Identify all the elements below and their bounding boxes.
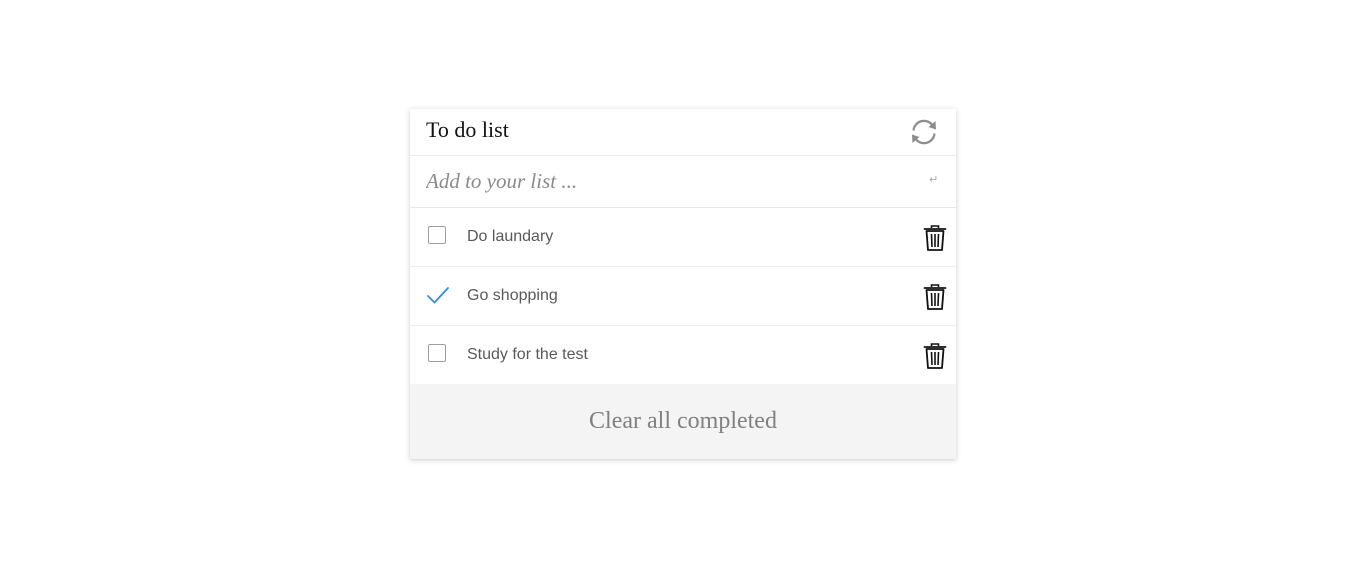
todo-checkbox-unchecked[interactable] <box>428 226 446 244</box>
enter-icon[interactable]: ↵ <box>929 173 938 186</box>
add-item-row: ↵ <box>410 156 956 208</box>
todo-label: Study for the test <box>467 346 588 363</box>
todo-checkbox-checked[interactable] <box>426 284 452 308</box>
todo-header: To do list <box>410 109 956 156</box>
todo-label: Go shopping <box>467 287 558 304</box>
todo-card: To do list ↵ Do laundary <box>410 109 956 459</box>
list-item: Study for the test <box>410 326 956 384</box>
todo-list: Do laundary Go shopping Study for the te… <box>410 208 956 384</box>
list-item: Go shopping <box>410 267 956 326</box>
footer-bar: Clear all completed <box>410 384 956 459</box>
trash-icon[interactable] <box>922 224 948 252</box>
todo-label: Do laundary <box>467 228 554 245</box>
todo-checkbox-unchecked[interactable] <box>428 344 446 362</box>
list-item: Do laundary <box>410 208 956 267</box>
trash-icon[interactable] <box>922 342 948 370</box>
add-item-input[interactable] <box>426 167 906 195</box>
page-title: To do list <box>426 117 509 142</box>
clear-completed-button[interactable]: Clear all completed <box>589 408 777 434</box>
trash-icon[interactable] <box>922 283 948 311</box>
refresh-icon[interactable] <box>909 118 939 146</box>
